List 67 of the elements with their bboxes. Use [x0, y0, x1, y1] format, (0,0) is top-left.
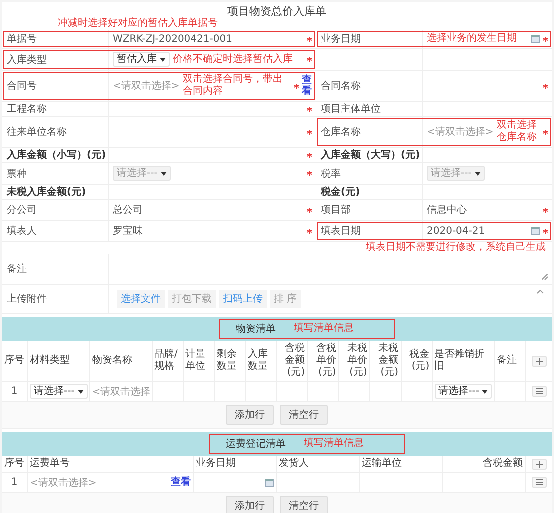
calendar-icon[interactable]: [265, 478, 274, 486]
field-label: 税金(元): [320, 186, 362, 199]
collapse-icon[interactable]: [537, 290, 544, 294]
add-row-button[interactable]: [532, 458, 546, 470]
field-label: 入库金额（大写）(元): [320, 148, 422, 162]
field-label: 填表人: [6, 224, 38, 238]
calendar-icon[interactable]: [531, 35, 540, 43]
field-label: 项目主体单位: [320, 102, 382, 116]
field-label: 合同名称: [320, 80, 362, 93]
select-field[interactable]: 请选择---: [30, 384, 88, 399]
annotation-text: 填写清单信息: [304, 438, 364, 450]
field-label: 入库类型: [6, 54, 48, 66]
menu-icon: [536, 479, 542, 486]
field-label: 仓库名称: [320, 126, 362, 139]
caret-icon: [474, 172, 481, 176]
annotation-text: 填写清单信息: [294, 323, 354, 335]
plus-icon: [536, 358, 542, 364]
field-label: 上传附件: [6, 292, 48, 306]
date-field[interactable]: [194, 473, 277, 493]
field-label: 单据号: [6, 32, 38, 46]
row-menu-button[interactable]: [532, 477, 546, 488]
field-label: 入库金额（小写）(元): [6, 148, 108, 162]
field-label: 往来单位名称: [6, 126, 68, 139]
plus-icon: [536, 460, 542, 468]
caret-icon: [482, 390, 488, 394]
table-action-button[interactable]: 添加行: [226, 405, 274, 425]
field-value: WZRK-ZJ-20200421-001: [113, 34, 232, 44]
table-action-button[interactable]: 清空行: [280, 405, 328, 425]
form-title: 项目物资总价入库单: [228, 4, 326, 18]
caret-icon: [160, 172, 167, 176]
add-row-button[interactable]: [532, 356, 546, 366]
view-link[interactable]: 查看: [171, 477, 191, 488]
section-title: 物资清单: [236, 322, 276, 336]
field-label: 项目部: [320, 204, 352, 217]
field-label: 合同号: [6, 80, 38, 93]
annotation-text: 双击选择仓库名称: [496, 120, 537, 144]
table-action-button[interactable]: 添加行: [226, 496, 274, 513]
field-label: 税率: [320, 168, 342, 180]
field-value: 信息中心: [427, 204, 467, 217]
field-value: 罗宝味: [113, 224, 143, 238]
annotation-text: 冲减时选择好对应的暂估入库单据号: [58, 18, 218, 30]
menu-icon: [536, 388, 542, 395]
annotation-text: 双击选择合同号，带出合同内容: [182, 74, 284, 98]
resize-icon: [542, 274, 548, 280]
annotation-text: 价格不确定时选择暂估入库: [173, 54, 293, 66]
row-menu-button[interactable]: [532, 386, 546, 397]
date-field[interactable]: 2020-04-21: [427, 226, 486, 236]
section-title: 运费登记清单: [226, 438, 286, 451]
field-label: 工程名称: [6, 103, 48, 116]
field-label: 填表日期: [320, 224, 362, 238]
annotation-text: 填表日期不需要进行修改，系统自己生成: [366, 242, 546, 254]
select-field[interactable]: 暂估入库: [113, 52, 170, 67]
caret-icon: [78, 390, 84, 394]
select-field[interactable]: 请选择---: [434, 384, 492, 399]
field-label: 分公司: [6, 204, 38, 217]
row-number: 1: [11, 477, 18, 488]
field-label: 业务日期: [320, 32, 362, 46]
field-label: 未税入库金额(元): [6, 185, 88, 199]
view-link[interactable]: 查看: [302, 75, 312, 97]
annotation-text: 选择业务的发生日期: [427, 33, 517, 45]
field-label: 票种: [6, 168, 28, 180]
field-label: 备注: [6, 262, 28, 276]
row-number: 1: [11, 386, 18, 397]
table-action-button[interactable]: 清空行: [280, 496, 328, 513]
caret-icon: [160, 58, 166, 62]
calendar-icon[interactable]: [531, 227, 540, 235]
field-value: 总公司: [113, 204, 143, 217]
